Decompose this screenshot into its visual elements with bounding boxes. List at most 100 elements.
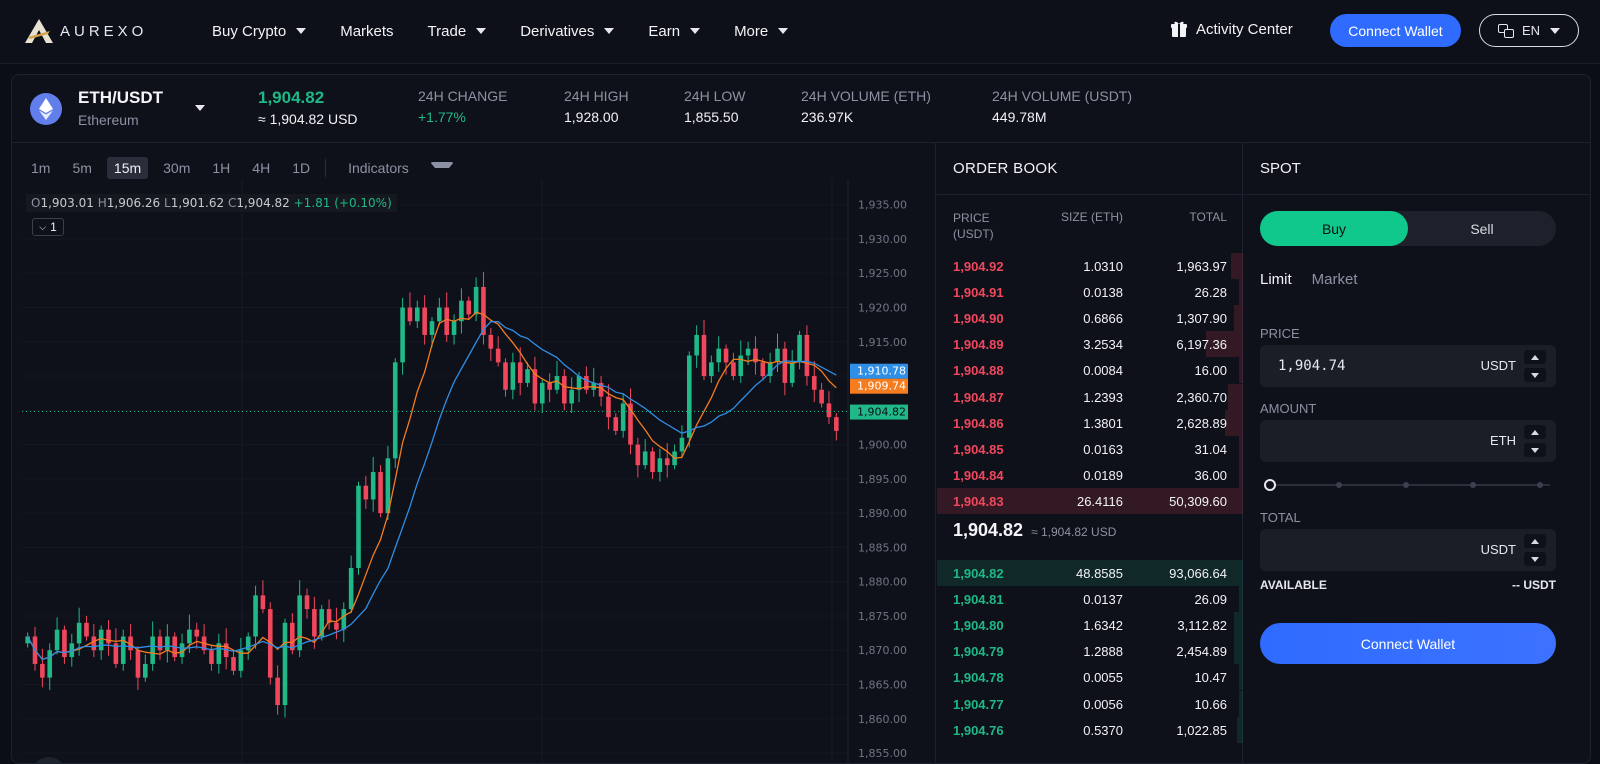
candle-body bbox=[745, 348, 751, 356]
candle-body bbox=[613, 417, 619, 431]
nav-item-more[interactable]: More bbox=[734, 23, 789, 40]
candle-body bbox=[135, 650, 141, 678]
nav-item-trade[interactable]: Trade bbox=[428, 23, 487, 40]
amount-label: AMOUNT bbox=[1260, 401, 1317, 416]
row-price: 1,904.85 bbox=[953, 441, 1004, 457]
language-label: EN bbox=[1521, 23, 1541, 38]
candle-body bbox=[642, 451, 648, 466]
order-book-row[interactable]: 1,904.89 3.2534 6,197.36 bbox=[937, 331, 1243, 358]
stat-value: 449.78M bbox=[992, 109, 1047, 125]
series-toggle[interactable]: ⌵ 1 bbox=[32, 218, 64, 236]
candle-body bbox=[98, 629, 104, 651]
top-nav: AUREXO Buy Crypto Markets Trade Derivatives… bbox=[0, 0, 1600, 64]
row-total: 36.00 bbox=[1194, 467, 1227, 483]
row-size: 0.0137 bbox=[1083, 592, 1123, 608]
amount-field[interactable]: ETH bbox=[1260, 420, 1556, 462]
order-book-row[interactable]: 1,904.91 0.0138 26.28 bbox=[937, 279, 1243, 306]
divider bbox=[1244, 194, 1590, 195]
available-value: -- USDT bbox=[1512, 578, 1556, 592]
order-book-row[interactable]: 1,904.87 1.2393 2,360.70 bbox=[937, 383, 1243, 410]
nav-item-earn[interactable]: Earn bbox=[648, 23, 701, 40]
price-tag-label: 1,910.78 bbox=[857, 365, 906, 378]
amount-decrement-button[interactable] bbox=[1524, 443, 1546, 457]
price-field[interactable]: 1,904.74 USDT bbox=[1260, 345, 1556, 387]
last-price-usd: ≈ 1,904.82 USD bbox=[258, 111, 358, 127]
eth-coin-icon bbox=[30, 93, 62, 125]
row-price: 1,904.89 bbox=[953, 337, 1004, 353]
row-size: 0.5370 bbox=[1083, 722, 1123, 738]
row-price: 1,904.84 bbox=[953, 467, 1004, 483]
row-size: 1.6342 bbox=[1083, 618, 1123, 634]
candle-body bbox=[826, 403, 832, 418]
stat-label: 24H CHANGE bbox=[418, 88, 508, 104]
ohlc-legend: O1,903.01 H1,906.26 L1,901.62 C1,904.82 … bbox=[26, 194, 397, 212]
candlestick-chart[interactable]: 1,935.00 1,930.00 1,925.00 1,920.00 1,915.00… bbox=[12, 143, 936, 764]
nav-item-buy-crypto[interactable]: Buy Crypto bbox=[212, 23, 307, 40]
candle-body bbox=[275, 677, 280, 706]
buy-tab[interactable]: Buy bbox=[1260, 211, 1408, 246]
connect-wallet-button-header[interactable]: Connect Wallet bbox=[1330, 14, 1461, 47]
depth-bar bbox=[1225, 409, 1243, 436]
order-book-row[interactable]: 1,904.82 48.8585 93,066.64 bbox=[937, 560, 1243, 586]
order-book-row[interactable]: 1,904.76 0.5370 1,022.85 bbox=[937, 716, 1243, 743]
candle-body bbox=[451, 321, 457, 335]
candle-body bbox=[142, 663, 148, 678]
order-book-row[interactable]: 1,904.80 1.6342 3,112.82 bbox=[937, 612, 1243, 639]
price-chart[interactable]: 1m 5m 15m 30m 1H 4H 1D Indicators 1,935.00 1,930… bbox=[12, 143, 936, 764]
tab-limit[interactable]: Limit bbox=[1260, 271, 1292, 288]
price-decrement-button[interactable] bbox=[1524, 368, 1546, 382]
order-book-row[interactable]: 1,904.85 0.0163 31.04 bbox=[937, 435, 1243, 462]
order-book-row[interactable]: 1,904.81 0.0137 26.09 bbox=[937, 586, 1243, 613]
depth-bar bbox=[1239, 586, 1243, 613]
candle-body bbox=[231, 657, 236, 671]
y-tick-label: 1,860.00 bbox=[858, 713, 907, 726]
logo-text: AUREXO bbox=[60, 22, 148, 40]
total-decrement-button[interactable] bbox=[1524, 552, 1546, 566]
stat-value: 1,928.00 bbox=[564, 109, 619, 125]
stat-label: 24H VOLUME (ETH) bbox=[801, 88, 931, 104]
total-increment-button[interactable] bbox=[1524, 534, 1546, 548]
row-price: 1,904.77 bbox=[953, 696, 1004, 712]
spot-title: SPOT bbox=[1260, 160, 1301, 177]
activity-center-link[interactable]: Activity Center bbox=[1170, 20, 1293, 38]
candle-body bbox=[635, 444, 641, 466]
nav-item-markets[interactable]: Markets bbox=[340, 23, 393, 40]
price-input[interactable]: 1,904.74 bbox=[1278, 358, 1345, 374]
order-book-row[interactable]: 1,904.84 0.0189 36.00 bbox=[937, 461, 1243, 488]
sell-tab[interactable]: Sell bbox=[1408, 211, 1556, 246]
order-book-row[interactable]: 1,904.88 0.0084 16.00 bbox=[937, 357, 1243, 384]
order-book-row[interactable]: 1,904.79 1.2888 2,454.89 bbox=[937, 638, 1243, 665]
depth-bar bbox=[1239, 357, 1243, 384]
tab-market[interactable]: Market bbox=[1312, 271, 1358, 288]
order-book-row[interactable]: 1,904.83 26.4116 50,309.60 bbox=[937, 487, 1243, 514]
connect-wallet-button[interactable]: Connect Wallet bbox=[1260, 623, 1556, 664]
logo-icon bbox=[25, 19, 53, 43]
candle-body bbox=[370, 472, 376, 500]
nav-item-derivatives[interactable]: Derivatives bbox=[520, 23, 615, 40]
depth-bar bbox=[1234, 612, 1243, 639]
pair-symbol[interactable]: ETH/USDT bbox=[78, 88, 163, 108]
candle-body bbox=[260, 595, 266, 610]
logo[interactable]: AUREXO bbox=[22, 17, 147, 45]
order-book-row[interactable]: 1,904.77 0.0056 10.66 bbox=[937, 690, 1243, 717]
language-selector[interactable]: EN bbox=[1479, 14, 1579, 47]
row-price: 1,904.76 bbox=[953, 722, 1004, 738]
order-book-row[interactable]: 1,904.90 0.6866 1,307.90 bbox=[937, 305, 1243, 332]
depth-bar bbox=[1239, 461, 1243, 488]
amount-increment-button[interactable] bbox=[1524, 425, 1546, 439]
order-book-row[interactable]: 1,904.86 1.3801 2,628.89 bbox=[937, 409, 1243, 436]
order-book-row[interactable]: 1,904.92 1.0310 1,963.97 bbox=[937, 253, 1243, 279]
total-field[interactable]: USDT bbox=[1260, 529, 1556, 571]
order-book-row[interactable]: 1,904.78 0.0055 10.47 bbox=[937, 664, 1243, 691]
price-increment-button[interactable] bbox=[1524, 350, 1546, 364]
pair-dropdown-icon[interactable] bbox=[195, 105, 205, 111]
candle-body bbox=[444, 307, 450, 335]
stat-3: 24H VOLUME (ETH) 236.97K bbox=[801, 88, 931, 125]
row-total: 26.09 bbox=[1194, 592, 1227, 608]
slider-handle[interactable] bbox=[1264, 479, 1276, 491]
candle-body bbox=[562, 376, 567, 404]
amount-slider[interactable] bbox=[1264, 479, 1552, 491]
candle-body bbox=[76, 622, 82, 644]
candle-body bbox=[466, 300, 472, 315]
order-book: ORDER BOOK PRICE (USDT) SIZE (ETH) TOTAL… bbox=[937, 143, 1243, 763]
